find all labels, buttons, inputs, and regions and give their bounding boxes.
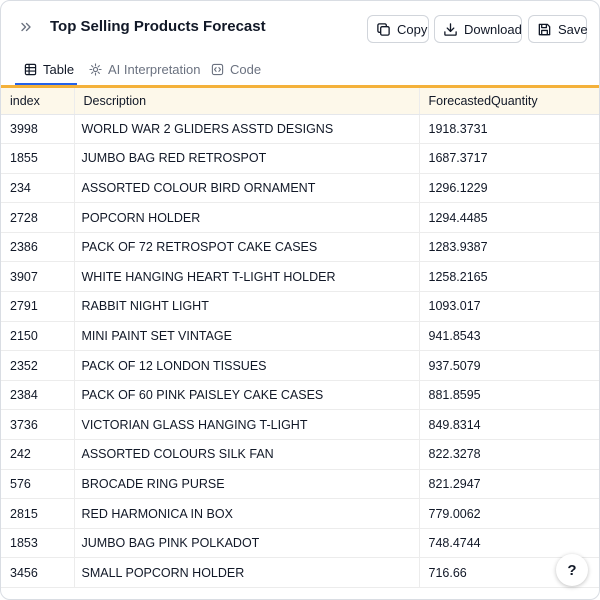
download-icon — [444, 22, 457, 36]
cell-description: SMALL POPCORN HOLDER — [74, 557, 420, 588]
cell-index: 242 — [1, 439, 75, 470]
cell-description: MINI PAINT SET VINTAGE — [74, 321, 420, 352]
cell-forecasted-quantity: 1294.4485 — [419, 202, 599, 233]
copy-button[interactable]: Copy — [367, 15, 429, 43]
forecast-table: index Description ForecastedQuantity 399… — [1, 88, 599, 588]
table-row[interactable]: 576 BROCADE RING PURSE 821.2947 — [1, 469, 599, 500]
widget-panel: Top Selling Products Forecast Copy Downl… — [0, 0, 600, 600]
cell-description: JUMBO BAG RED RETROSPOT — [74, 143, 420, 174]
column-header-description[interactable]: Description — [74, 88, 420, 115]
table-row[interactable]: 3907 WHITE HANGING HEART T-LIGHT HOLDER 12… — [1, 261, 599, 293]
page-title: Top Selling Products Forecast — [50, 18, 266, 35]
cell-forecasted-quantity: 937.5079 — [419, 350, 599, 381]
copy-label: Copy — [397, 21, 428, 37]
table-row[interactable]: 2150 MINI PAINT SET VINTAGE 941.8543 — [1, 321, 599, 352]
column-header-forecasted-quantity[interactable]: ForecastedQuantity — [419, 88, 599, 115]
table-row[interactable]: 2386 PACK OF 72 RETROSPOT CAKE CASES 1283.… — [1, 232, 599, 263]
cell-index: 1855 — [1, 143, 75, 174]
cell-description: POPCORN HOLDER — [74, 202, 420, 233]
cell-index: 2386 — [1, 232, 75, 263]
cell-description: BROCADE RING PURSE — [74, 469, 420, 500]
download-label: Download — [464, 21, 522, 37]
cell-description: VICTORIAN GLASS HANGING T-LIGHT — [74, 409, 420, 441]
help-button[interactable]: ? — [556, 554, 588, 586]
save-button[interactable]: Save — [528, 15, 588, 43]
cell-description: PACK OF 72 RETROSPOT CAKE CASES — [74, 232, 420, 263]
cell-index: 2150 — [1, 321, 75, 352]
cell-description: JUMBO BAG PINK POLKADOT — [74, 528, 420, 559]
table-row[interactable]: 1855 JUMBO BAG RED RETROSPOT 1687.3717 — [1, 143, 599, 174]
cell-index: 2815 — [1, 498, 75, 529]
table-body: 3998 WORLD WAR 2 GLIDERS ASSTD DESIGNS 191… — [1, 114, 599, 588]
code-icon — [211, 63, 224, 75]
table-row[interactable]: 3998 WORLD WAR 2 GLIDERS ASSTD DESIGNS 191… — [1, 114, 599, 145]
table-row[interactable]: 242 ASSORTED COLOURS SILK FAN 822.3278 — [1, 439, 599, 470]
cell-description: WORLD WAR 2 GLIDERS ASSTD DESIGNS — [74, 114, 420, 145]
table-row[interactable]: 1853 JUMBO BAG PINK POLKADOT 748.4744 — [1, 528, 599, 559]
cell-index: 576 — [1, 469, 75, 500]
table-row[interactable]: 2384 PACK OF 60 PINK PAISLEY CAKE CASES 88… — [1, 380, 599, 411]
cell-description: PACK OF 12 LONDON TISSUES — [74, 350, 420, 381]
table-icon — [24, 63, 37, 75]
cell-description: ASSORTED COLOURS SILK FAN — [74, 439, 420, 470]
cell-forecasted-quantity: 1918.3731 — [419, 114, 599, 145]
cell-forecasted-quantity: 1283.9387 — [419, 232, 599, 263]
cell-forecasted-quantity: 941.8543 — [419, 321, 599, 352]
table-row[interactable]: 3456 SMALL POPCORN HOLDER 716.66 — [1, 557, 599, 588]
cell-description: PACK OF 60 PINK PAISLEY CAKE CASES — [74, 380, 420, 411]
table-header-row: index Description ForecastedQuantity — [1, 88, 599, 115]
expand-button[interactable] — [15, 16, 37, 38]
column-header-index[interactable]: index — [1, 88, 75, 115]
table-row[interactable]: 3736 VICTORIAN GLASS HANGING T-LIGHT 849.8… — [1, 409, 599, 441]
tab-code[interactable]: Code — [211, 53, 261, 85]
cell-index: 3456 — [1, 557, 75, 588]
panel-header: Top Selling Products Forecast Copy Downl… — [1, 1, 599, 53]
cell-forecasted-quantity: 881.8595 — [419, 380, 599, 411]
cell-index: 2791 — [1, 291, 75, 322]
cell-description: RED HARMONICA IN BOX — [74, 498, 420, 529]
tab-ai-interpretation[interactable]: AI Interpretation — [89, 53, 201, 85]
cell-index: 2728 — [1, 202, 75, 233]
cell-description: RABBIT NIGHT LIGHT — [74, 291, 420, 322]
tab-bar: Table AI Interpretation Code — [1, 53, 599, 85]
table-row[interactable]: 2815 RED HARMONICA IN BOX 779.0062 — [1, 498, 599, 529]
cell-index: 2384 — [1, 380, 75, 411]
cell-forecasted-quantity: 1093.017 — [419, 291, 599, 322]
tab-table-label: Table — [43, 61, 75, 77]
save-label: Save — [558, 21, 588, 37]
cell-forecasted-quantity: 1258.2165 — [419, 261, 599, 293]
cell-index: 3736 — [1, 409, 75, 441]
cell-description: WHITE HANGING HEART T-LIGHT HOLDER — [74, 261, 420, 293]
download-button[interactable]: Download — [434, 15, 522, 43]
cell-forecasted-quantity: 822.3278 — [419, 439, 599, 470]
tab-code-label: Code — [230, 61, 262, 77]
cell-forecasted-quantity: 849.8314 — [419, 409, 599, 441]
double-chevron-right-icon — [21, 22, 31, 32]
cell-forecasted-quantity: 821.2947 — [419, 469, 599, 500]
table-row[interactable]: 2791 RABBIT NIGHT LIGHT 1093.017 — [1, 291, 599, 322]
table-row[interactable]: 2728 POPCORN HOLDER 1294.4485 — [1, 202, 599, 233]
copy-icon — [377, 22, 390, 36]
table-container[interactable]: index Description ForecastedQuantity 399… — [1, 88, 599, 599]
cell-forecasted-quantity: 1296.1229 — [419, 173, 599, 204]
cell-index: 3907 — [1, 261, 75, 293]
tab-table[interactable]: Table — [15, 53, 77, 85]
cell-index: 3998 — [1, 114, 75, 145]
table-row[interactable]: 2352 PACK OF 12 LONDON TISSUES 937.5079 — [1, 350, 599, 381]
cell-forecasted-quantity: 779.0062 — [419, 498, 599, 529]
cell-index: 1853 — [1, 528, 75, 559]
tab-ai-label: AI Interpretation — [108, 61, 201, 77]
cell-index: 234 — [1, 173, 75, 204]
sparkle-icon — [89, 62, 102, 76]
table-row[interactable]: 234 ASSORTED COLOUR BIRD ORNAMENT 1296.122… — [1, 173, 599, 204]
cell-forecasted-quantity: 1687.3717 — [419, 143, 599, 174]
cell-index: 2352 — [1, 350, 75, 381]
cell-description: ASSORTED COLOUR BIRD ORNAMENT — [74, 173, 420, 204]
save-icon — [538, 23, 551, 35]
